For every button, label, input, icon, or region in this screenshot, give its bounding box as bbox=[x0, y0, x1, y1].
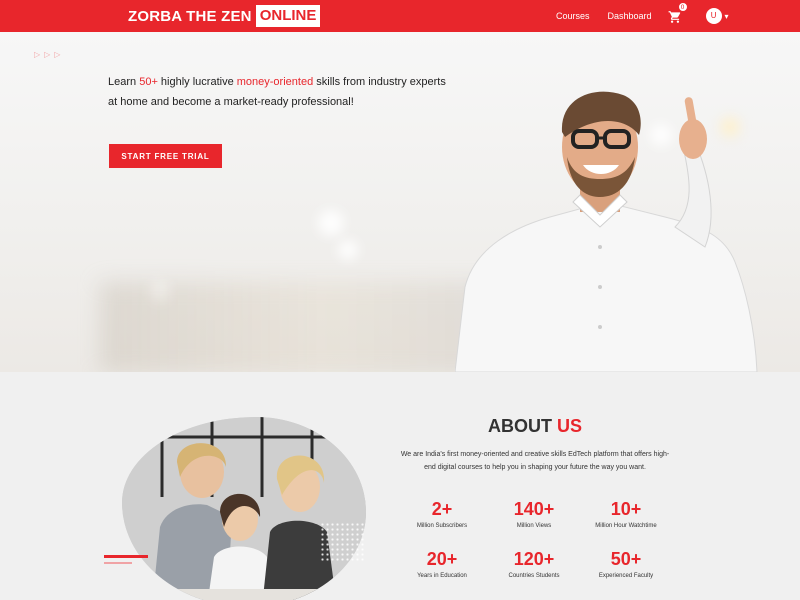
start-free-trial-button[interactable]: START FREE TRIAL bbox=[109, 144, 222, 168]
cart-icon bbox=[668, 11, 680, 23]
nav-courses[interactable]: Courses bbox=[556, 11, 590, 21]
hero-section: ▷▷▷ Learn 50+ highly lucrative money-ori… bbox=[0, 32, 800, 372]
about-section: ABOUT US We are India's first money-orie… bbox=[0, 372, 800, 600]
stat-value: 20+ bbox=[426, 549, 458, 569]
stat-item: 140+ Million Views bbox=[488, 498, 580, 529]
hero-accent-phrase: money-oriented bbox=[236, 76, 314, 88]
decorative-dots bbox=[320, 522, 366, 562]
nav-dashboard[interactable]: Dashboard bbox=[608, 11, 652, 21]
top-navbar: ZORBA THE ZEN ONLINE Courses Dashboard 0… bbox=[0, 0, 800, 32]
stat-label: Million Subscribers bbox=[416, 523, 468, 529]
stat-item: 50+ Experienced Faculty bbox=[580, 548, 672, 579]
team-photo-illustration bbox=[122, 417, 366, 600]
stat-item: 120+ Countries Students bbox=[488, 548, 580, 579]
stat-label: Experienced Faculty bbox=[598, 573, 654, 579]
cart-button[interactable]: 0 bbox=[668, 2, 688, 24]
cart-count-badge: 0 bbox=[677, 2, 688, 12]
stat-value: 10+ bbox=[610, 499, 642, 519]
site-logo[interactable]: ZORBA THE ZEN ONLINE bbox=[128, 4, 321, 28]
logo-box-text: ONLINE bbox=[255, 5, 321, 27]
bokeh-light bbox=[338, 240, 358, 260]
decorative-red-line bbox=[104, 555, 148, 558]
stat-label: Years in Education bbox=[417, 573, 467, 579]
stat-label: Million Views bbox=[516, 523, 552, 529]
chevron-down-icon[interactable]: ▾ bbox=[725, 12, 729, 21]
stat-item: 10+ Million Hour Watchtime bbox=[580, 498, 672, 529]
stat-label: Countries Students bbox=[508, 573, 560, 579]
decorative-red-line bbox=[104, 562, 132, 564]
user-avatar[interactable]: U bbox=[705, 8, 722, 24]
stat-value: 140+ bbox=[513, 499, 555, 519]
stat-item: 2+ Million Subscribers bbox=[396, 498, 488, 529]
hero-person-image bbox=[455, 91, 758, 372]
about-description: We are India's first money-oriented and … bbox=[400, 451, 670, 471]
main-nav: Courses Dashboard 0 U ▾ bbox=[556, 0, 729, 32]
hero-headline: Learn 50+ highly lucrative money-oriente… bbox=[108, 76, 446, 108]
team-photo bbox=[122, 417, 366, 600]
logo-text: ZORBA THE ZEN bbox=[128, 7, 252, 25]
about-title: ABOUT US bbox=[487, 416, 583, 436]
hero-accent-count: 50+ bbox=[139, 76, 158, 88]
stat-item: 20+ Years in Education bbox=[396, 548, 488, 579]
stat-label: Million Hour Watchtime bbox=[595, 523, 657, 529]
decorative-arrows-icon: ▷▷▷ bbox=[34, 50, 65, 59]
bokeh-light bbox=[318, 210, 344, 236]
stat-value: 2+ bbox=[431, 499, 453, 519]
stat-value: 120+ bbox=[513, 549, 555, 569]
stat-value: 50+ bbox=[610, 549, 642, 569]
